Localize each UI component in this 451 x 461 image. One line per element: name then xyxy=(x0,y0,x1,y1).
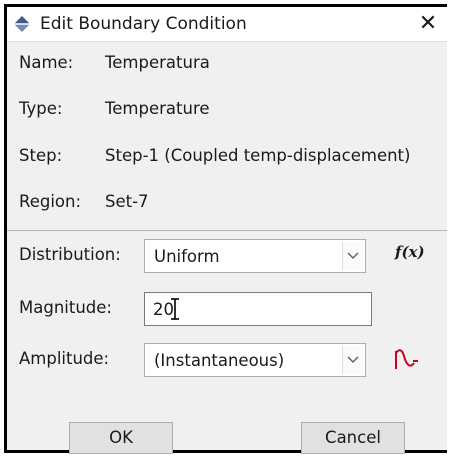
name-label: Name: xyxy=(19,53,74,72)
separator xyxy=(7,230,447,231)
region-value: Set-7 xyxy=(105,192,149,211)
dialog-title: Edit Boundary Condition xyxy=(40,14,247,34)
amplitude-row: Amplitude: (Instantaneous) xyxy=(7,341,447,379)
title-bar[interactable]: Edit Boundary Condition ✕ xyxy=(7,7,447,42)
edit-boundary-condition-dialog: Edit Boundary Condition ✕ Name: Temperat… xyxy=(4,4,447,454)
type-label: Type: xyxy=(19,99,63,118)
step-value: Step-1 (Coupled temp-displacement) xyxy=(105,146,411,165)
boundary-condition-icon xyxy=(14,16,30,32)
chevron-down-icon xyxy=(347,252,359,259)
distribution-label: Distribution: xyxy=(19,245,121,264)
function-icon[interactable]: f(x) xyxy=(395,243,425,261)
magnitude-row: Magnitude: 20 xyxy=(7,290,447,328)
step-label: Step: xyxy=(19,146,63,165)
cancel-button[interactable]: Cancel xyxy=(301,422,405,454)
name-value: Temperatura xyxy=(105,53,210,72)
amplitude-dropdown-button[interactable] xyxy=(342,346,363,374)
region-label: Region: xyxy=(19,192,82,211)
ok-button[interactable]: OK xyxy=(69,422,173,454)
magnitude-label: Magnitude: xyxy=(19,298,112,317)
type-row: Type: Temperature xyxy=(7,91,447,127)
step-row: Step: Step-1 (Coupled temp-displacement) xyxy=(7,138,447,174)
name-row: Name: Temperatura xyxy=(7,45,447,81)
region-row: Region: Set-7 xyxy=(7,184,447,220)
amplitude-select[interactable]: (Instantaneous) xyxy=(144,343,366,377)
distribution-select[interactable]: Uniform xyxy=(144,239,366,273)
type-value: Temperature xyxy=(105,99,210,118)
distribution-row: Distribution: Uniform f(x) xyxy=(7,237,447,275)
magnitude-input[interactable]: 20 xyxy=(144,292,372,326)
distribution-dropdown-button[interactable] xyxy=(342,242,363,270)
amplitude-wave-icon[interactable] xyxy=(393,347,419,373)
text-cursor-icon xyxy=(171,298,179,320)
distribution-value: Uniform xyxy=(154,247,220,266)
chevron-down-icon xyxy=(347,356,359,363)
amplitude-label: Amplitude: xyxy=(19,349,110,368)
close-button[interactable]: ✕ xyxy=(413,9,443,39)
amplitude-value: (Instantaneous) xyxy=(154,351,285,370)
